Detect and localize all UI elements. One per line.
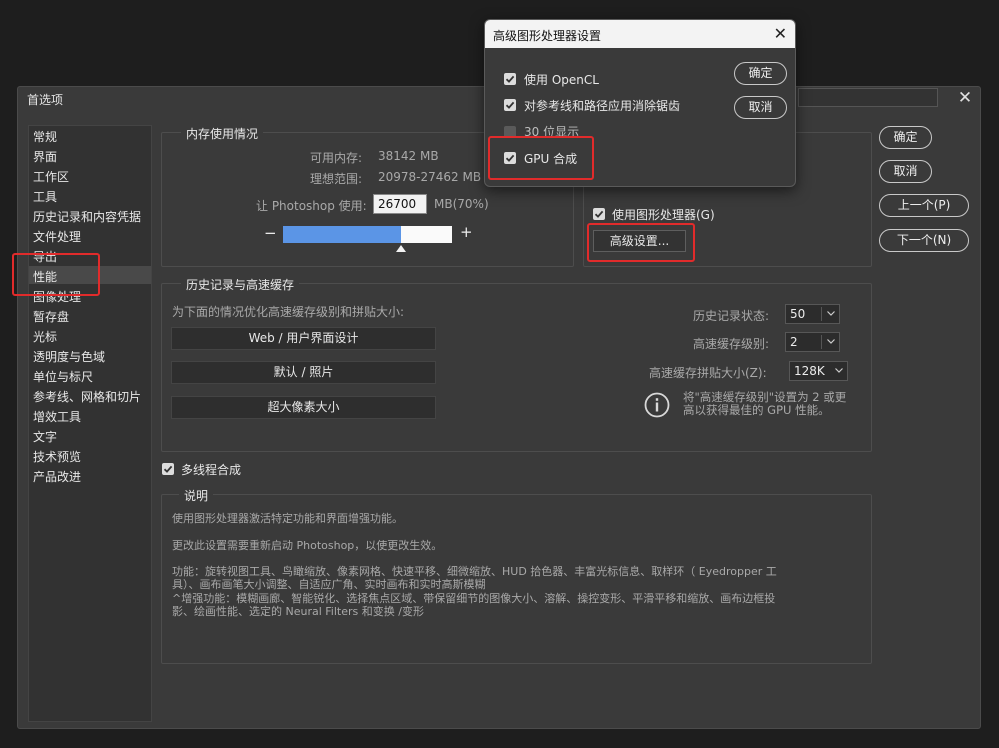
description-panel: 说明 使用图形处理器激活特定功能和界面增强功能。 更改此设置需要重新启动 Pho… <box>161 487 872 664</box>
cache-levels-value: 2 <box>790 335 798 349</box>
sidebar-item-units[interactable]: 单位与标尺 <box>33 368 93 387</box>
ok-button[interactable]: 确定 <box>879 126 932 149</box>
ideal-range-label: 理想范围: <box>310 172 363 186</box>
cache-levels-label: 高速缓存级别: <box>693 337 770 351</box>
next-button[interactable]: 下一个(N) <box>879 229 969 252</box>
30bit-checkbox[interactable] <box>504 126 516 138</box>
dialog-title: 首选项 <box>27 93 64 107</box>
search-field[interactable] <box>798 88 938 107</box>
close-icon[interactable]: ✕ <box>774 24 787 43</box>
available-memory-value: 38142 MB <box>378 149 439 163</box>
sidebar-item-product-improvement[interactable]: 产品改进 <box>33 468 81 487</box>
tile-size-value: 128K <box>794 364 825 378</box>
info-text-line2: 高以获得最佳的 GPU 性能。 <box>683 403 830 417</box>
ideal-range-value: 20978-27462 MB <box>378 170 482 184</box>
advanced-dialog-title: 高级图形处理器设置 <box>493 29 602 43</box>
cache-levels-select[interactable]: 2 <box>785 332 840 352</box>
chevron-down-icon <box>827 311 835 316</box>
check-icon <box>505 101 515 109</box>
memory-input[interactable]: 26700 <box>373 194 427 214</box>
advanced-settings-button[interactable]: 高级设置... <box>593 230 686 252</box>
30bit-label: 30 位显示 <box>524 125 580 139</box>
sidebar-item-transparency[interactable]: 透明度与色域 <box>33 348 105 367</box>
use-gpu-label: 使用图形处理器(G) <box>612 208 715 222</box>
sidebar-item-tools[interactable]: 工具 <box>33 188 57 207</box>
chevron-down-icon <box>835 368 843 373</box>
memory-slider-track[interactable] <box>283 226 452 243</box>
advanced-dialog-header: 高级图形处理器设置 ✕ <box>485 20 795 48</box>
sidebar-item-cursors[interactable]: 光标 <box>33 328 57 347</box>
sidebar: 常规 界面 工作区 工具 历史记录和内容凭据 文件处理 导出 性能 图像处理 暂… <box>28 125 152 722</box>
sidebar-item-performance[interactable]: 性能 <box>33 268 57 287</box>
sidebar-item-guides[interactable]: 参考线、网格和切片 <box>33 388 141 407</box>
description-line2: 更改此设置需要重新启动 Photoshop，以使更改生效。 <box>172 539 443 552</box>
gpu-compositing-label: GPU 合成 <box>524 152 578 166</box>
sidebar-item-interface[interactable]: 界面 <box>33 148 57 167</box>
description-line1: 使用图形处理器激活特定功能和界面增强功能。 <box>172 512 403 525</box>
multithread-checkbox[interactable] <box>162 463 174 475</box>
advanced-ok-button[interactable]: 确定 <box>734 62 787 85</box>
memory-percent: MB(70%) <box>434 197 489 211</box>
history-legend: 历史记录与高速缓存 <box>181 276 300 293</box>
use-gpu-checkbox[interactable] <box>593 208 605 220</box>
check-icon <box>505 75 515 83</box>
increase-button[interactable]: + <box>460 223 473 241</box>
optimize-label: 为下面的情况优化高速缓存级别和拼贴大小: <box>172 305 405 319</box>
antialias-label: 对参考线和路径应用消除锯齿 <box>524 99 681 113</box>
prev-button[interactable]: 上一个(P) <box>879 194 969 217</box>
opencl-label: 使用 OpenCL <box>524 73 599 87</box>
check-icon <box>594 210 604 218</box>
advanced-cancel-button[interactable]: 取消 <box>734 96 787 119</box>
advanced-gpu-dialog: 高级图形处理器设置 ✕ 使用 OpenCL 对参考线和路径应用消除锯齿 30 位… <box>484 19 796 187</box>
description-legend: 说明 <box>179 487 214 504</box>
sidebar-item-export[interactable]: 导出 <box>33 248 57 267</box>
sidebar-item-file-handling[interactable]: 文件处理 <box>33 228 81 247</box>
antialias-checkbox[interactable] <box>504 99 516 111</box>
preset-web-ui-button[interactable]: Web / 用户界面设计 <box>171 327 436 350</box>
memory-slider-thumb[interactable] <box>396 245 406 252</box>
check-icon <box>163 465 173 473</box>
chevron-down-icon <box>827 339 835 344</box>
info-icon <box>644 392 670 418</box>
check-icon <box>505 154 515 162</box>
sidebar-item-plugins[interactable]: 增效工具 <box>33 408 81 427</box>
gpu-compositing-checkbox[interactable] <box>504 152 516 164</box>
decrease-button[interactable]: − <box>264 224 277 242</box>
preset-default-photo-button[interactable]: 默认 / 照片 <box>171 361 436 384</box>
history-states-select[interactable]: 50 <box>785 304 840 324</box>
opencl-checkbox[interactable] <box>504 73 516 85</box>
multithread-label: 多线程合成 <box>181 463 242 477</box>
tile-size-select[interactable]: 128K <box>789 361 848 381</box>
available-memory-label: 可用内存: <box>310 151 363 165</box>
sidebar-item-image-processing[interactable]: 图像处理 <box>33 288 81 307</box>
history-states-label: 历史记录状态: <box>693 309 770 323</box>
tile-size-label: 高速缓存拼贴大小(Z): <box>649 366 767 380</box>
sidebar-item-general[interactable]: 常规 <box>33 128 57 147</box>
preset-huge-pixel-button[interactable]: 超大像素大小 <box>171 396 436 419</box>
sidebar-item-tech-preview[interactable]: 技术预览 <box>33 448 81 467</box>
history-cache-panel: 历史记录与高速缓存 为下面的情况优化高速缓存级别和拼贴大小: Web / 用户界… <box>161 276 872 452</box>
sidebar-item-history[interactable]: 历史记录和内容凭据 <box>33 208 141 227</box>
sidebar-item-scratch-disks[interactable]: 暂存盘 <box>33 308 69 327</box>
sidebar-item-workspace[interactable]: 工作区 <box>33 168 69 187</box>
description-line6: 影、绘画性能、选定的 Neural Filters 和变换 /变形 <box>172 605 424 618</box>
close-icon[interactable]: ✕ <box>956 89 974 107</box>
cancel-button[interactable]: 取消 <box>879 160 932 183</box>
let-photoshop-use-label: 让 Photoshop 使用: <box>256 199 367 213</box>
memory-legend: 内存使用情况 <box>181 125 264 142</box>
memory-slider-fill <box>283 226 401 243</box>
sidebar-item-type[interactable]: 文字 <box>33 428 57 447</box>
history-states-value: 50 <box>790 307 806 321</box>
